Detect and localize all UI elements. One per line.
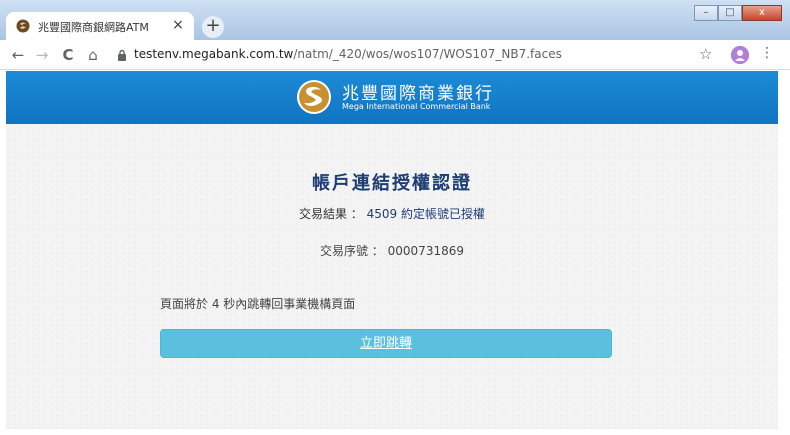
- browser-toolbar: ← → C ⌂ testenv.megabank.com.tw/natm/_42…: [0, 40, 790, 70]
- window-titlebar: 兆豐國際商銀網路ATM × + – □ x: [0, 0, 790, 40]
- bank-logo-icon: [297, 80, 331, 114]
- profile-avatar[interactable]: [731, 46, 749, 64]
- minimize-button[interactable]: –: [694, 5, 718, 21]
- address-bar[interactable]: testenv.megabank.com.tw/natm/_420/wos/wo…: [134, 47, 562, 61]
- serial-label: 交易序號 ：: [319, 244, 384, 258]
- window-controls: – □ x: [694, 5, 782, 21]
- browser-menu-icon[interactable]: ⋮: [760, 45, 774, 61]
- redirect-now-button[interactable]: 立即跳轉: [160, 329, 612, 358]
- new-tab-button[interactable]: +: [202, 16, 224, 38]
- bank-name-english: Mega International Commercial Bank: [342, 102, 491, 111]
- bank-header: 兆豐國際商業銀行 Mega International Commercial B…: [6, 71, 778, 124]
- browser-tab[interactable]: 兆豐國際商銀網路ATM ×: [6, 12, 194, 40]
- url-host: testenv.megabank.com.tw: [134, 47, 294, 61]
- page-title: 帳戶連結授權認證: [312, 173, 472, 194]
- redirect-countdown-text: 頁面將於 4 秒內跳轉回事業機構頁面: [160, 297, 356, 311]
- forward-arrow-icon[interactable]: →: [32, 45, 52, 65]
- back-arrow-icon[interactable]: ←: [8, 45, 28, 65]
- bookmark-star-icon[interactable]: ☆: [699, 45, 712, 63]
- result-label: 交易結果 ：: [298, 207, 363, 221]
- reload-icon[interactable]: C: [58, 45, 78, 65]
- close-window-button[interactable]: x: [742, 5, 782, 21]
- maximize-button[interactable]: □: [718, 5, 742, 21]
- bank-favicon-icon: [16, 19, 30, 33]
- home-icon[interactable]: ⌂: [83, 45, 103, 65]
- result-value: 4509 約定帳號已授權: [366, 207, 485, 221]
- bank-name-chinese: 兆豐國際商業銀行: [342, 84, 494, 104]
- lock-icon: [118, 49, 126, 61]
- tab-title: 兆豐國際商銀網路ATM: [38, 21, 149, 34]
- page-content: 兆豐國際商業銀行 Mega International Commercial B…: [6, 71, 778, 429]
- profile-icon: [731, 46, 749, 64]
- transaction-result: 交易結果 ： 4509 約定帳號已授權: [6, 205, 778, 222]
- url-path: /natm/_420/wos/wos107/WOS107_NB7.faces: [293, 47, 562, 61]
- tab-close-icon[interactable]: ×: [170, 17, 186, 33]
- serial-value: 0000731869: [387, 244, 464, 258]
- transaction-serial: 交易序號 ： 0000731869: [6, 242, 778, 259]
